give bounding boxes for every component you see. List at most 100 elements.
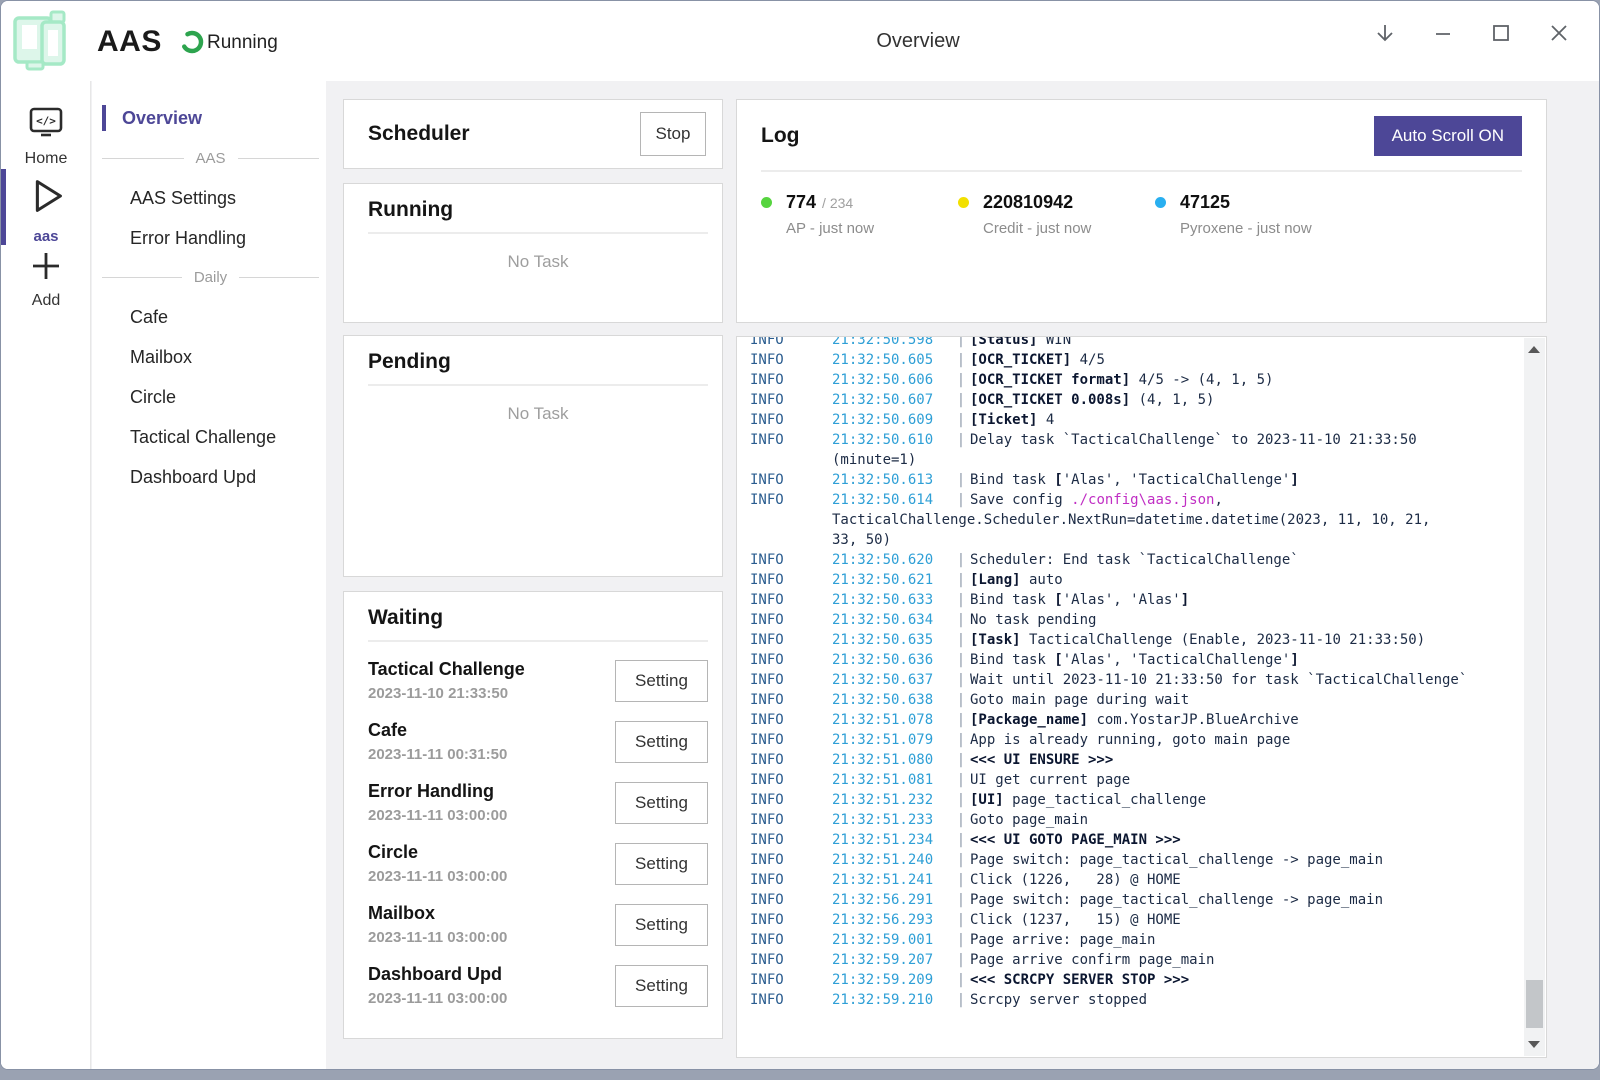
log-segment: [Lang] [970,572,1021,588]
log-timestamp: 21:32:51.241 [832,870,952,890]
log-message: Wait until 2023-11-10 21:33:50 for task … [970,670,1467,690]
log-card: Log Auto Scroll ON 774/ 234AP - just now… [736,99,1547,323]
resource-stats: 774/ 234AP - just now220810942Credit - j… [761,192,1522,237]
waiting-task-row: Cafe2023-11-11 00:31:50Setting [368,711,708,772]
log-title: Log [761,124,1374,148]
scrollbar-down-icon[interactable] [1528,1041,1540,1048]
log-timestamp: 21:32:50.634 [832,610,952,630]
log-message: Page switch: page_tactical_challenge -> … [970,850,1383,870]
log-separator: | [952,870,970,890]
close-icon[interactable] [1547,21,1571,45]
log-segment: ] [1181,592,1189,608]
log-timestamp: 21:32:50.620 [832,550,952,570]
log-segment: [Package_name] [970,712,1088,728]
log-message: <<< SCRCPY SERVER STOP >>> [970,970,1189,990]
log-line: INFO21:32:50.607|[OCR_TICKET 0.008s] (4,… [750,390,1516,410]
log-timestamp: 21:32:51.081 [832,770,952,790]
task-next-run: 2023-11-11 03:00:00 [368,929,615,946]
log-message: <<< UI GOTO PAGE_MAIN >>> [970,830,1181,850]
setting-button-circle[interactable]: Setting [615,843,708,885]
log-line: INFO21:32:50.605|[OCR_TICKET] 4/5 [750,350,1516,370]
rail-item-aas[interactable]: aas [1,173,91,245]
rail-item-add[interactable]: Add [1,249,91,310]
app-window: AAS Running Overview [0,0,1600,1070]
log-separator: | [952,350,970,370]
log-segment: ./config\aas.json [1071,492,1214,508]
setting-button-cafe[interactable]: Setting [615,721,708,763]
sidebar-item-cafe[interactable]: Cafe [92,297,326,337]
log-timestamp: 21:32:50.638 [832,690,952,710]
log-line: INFO21:32:50.636|Bind task ['Alas', 'Tac… [750,650,1516,670]
sidebar-item-circle[interactable]: Circle [92,377,326,417]
log-separator: | [952,610,970,630]
setting-button-error-handling[interactable]: Setting [615,782,708,824]
scrollbar-up-icon[interactable] [1528,346,1540,353]
sidebar-item-label: Tactical Challenge [130,427,276,448]
maximize-icon[interactable] [1489,21,1513,45]
setting-button-dashboard-upd[interactable]: Setting [615,965,708,1007]
log-separator: | [952,336,970,350]
stop-button[interactable]: Stop [640,112,706,156]
stat-ap: 774/ 234AP - just now [761,192,958,237]
waiting-task-info: Tactical Challenge2023-11-10 21:33:50 [368,659,615,702]
log-line: INFO21:32:50.637|Wait until 2023-11-10 2… [750,670,1516,690]
sidebar-item-dashboard-upd[interactable]: Dashboard Upd [92,457,326,497]
sidebar-item-aas-settings[interactable]: AAS Settings [92,178,326,218]
log-scrollbar[interactable] [1524,338,1545,1056]
log-level: INFO [750,970,832,990]
log-message: [Package_name] com.YostarJP.BlueArchive [970,710,1299,730]
log-message: Scheduler: End task `TacticalChallenge` [970,550,1299,570]
sidebar-item-label: Overview [122,108,202,129]
log-level: INFO [750,790,832,810]
log-message: Save config ./config\aas.json, [970,490,1223,510]
log-segment: [Status] [970,336,1037,348]
log-line: INFO21:32:50.610|Delay task `TacticalCha… [750,430,1516,450]
stat-value-row: 47125 [1180,192,1312,213]
minimize-icon[interactable] [1431,21,1455,45]
download-arrow-icon[interactable] [1373,21,1397,45]
stat-label: AP - just now [786,220,874,237]
log-line: TacticalChallenge.Scheduler.NextRun=date… [750,510,1516,530]
stat-value: 774 [786,192,816,212]
waiting-task-row: Tactical Challenge2023-11-10 21:33:50Set… [368,650,708,711]
running-empty-text: No Task [368,252,708,272]
log-segment: [OCR_TICKET format] [970,372,1130,388]
setting-button-tactical-challenge[interactable]: Setting [615,660,708,702]
log-level: INFO [750,990,832,1010]
log-separator: | [952,430,970,450]
sidebar-item-overview[interactable]: Overview [92,97,326,139]
log-message: (minute=1) [832,450,916,470]
svg-text:</>: </> [36,115,56,128]
setting-button-mailbox[interactable]: Setting [615,904,708,946]
task-next-run: 2023-11-11 00:31:50 [368,746,615,763]
log-line: INFO21:32:50.598|[Status] WIN [750,336,1516,350]
task-next-run: 2023-11-11 03:00:00 [368,990,615,1007]
app-logo-icon [11,9,75,73]
log-line: INFO21:32:51.078|[Package_name] com.Yost… [750,710,1516,730]
sidebar-item-label: Dashboard Upd [130,467,256,488]
log-level: INFO [750,370,832,390]
log-segment: 4/5 -> (4, 1, 5) [1130,372,1273,388]
sidebar-item-mailbox[interactable]: Mailbox [92,337,326,377]
log-separator: | [952,950,970,970]
log-segment: 'Alas', 'TacticalChallenge' [1063,472,1291,488]
sidebar-item-tactical-challenge[interactable]: Tactical Challenge [92,417,326,457]
log-segment: Scheduler: End task `TacticalChallenge` [970,552,1299,568]
log-message: Delay task `TacticalChallenge` to 2023-1… [970,430,1417,450]
waiting-task-info: Mailbox2023-11-11 03:00:00 [368,903,615,946]
log-segment: <<< UI GOTO PAGE_MAIN >>> [970,832,1181,848]
scrollbar-thumb[interactable] [1526,980,1543,1028]
sidebar-item-error-handling[interactable]: Error Handling [92,218,326,258]
divider-line [102,277,182,278]
log-message: Goto main page during wait [970,690,1189,710]
log-timestamp: 21:32:56.291 [832,890,952,910]
log-level: INFO [750,590,832,610]
sidebar-section-divider-daily: Daily [92,258,326,297]
log-level: INFO [750,490,832,510]
log-timestamp: 21:32:50.609 [832,410,952,430]
log-timestamp: 21:32:59.209 [832,970,952,990]
rail-item-home[interactable]: </> Home [1,103,91,168]
auto-scroll-toggle[interactable]: Auto Scroll ON [1374,116,1522,156]
log-message: Goto page_main [970,810,1088,830]
log-segment: <<< UI ENSURE >>> [970,752,1113,768]
